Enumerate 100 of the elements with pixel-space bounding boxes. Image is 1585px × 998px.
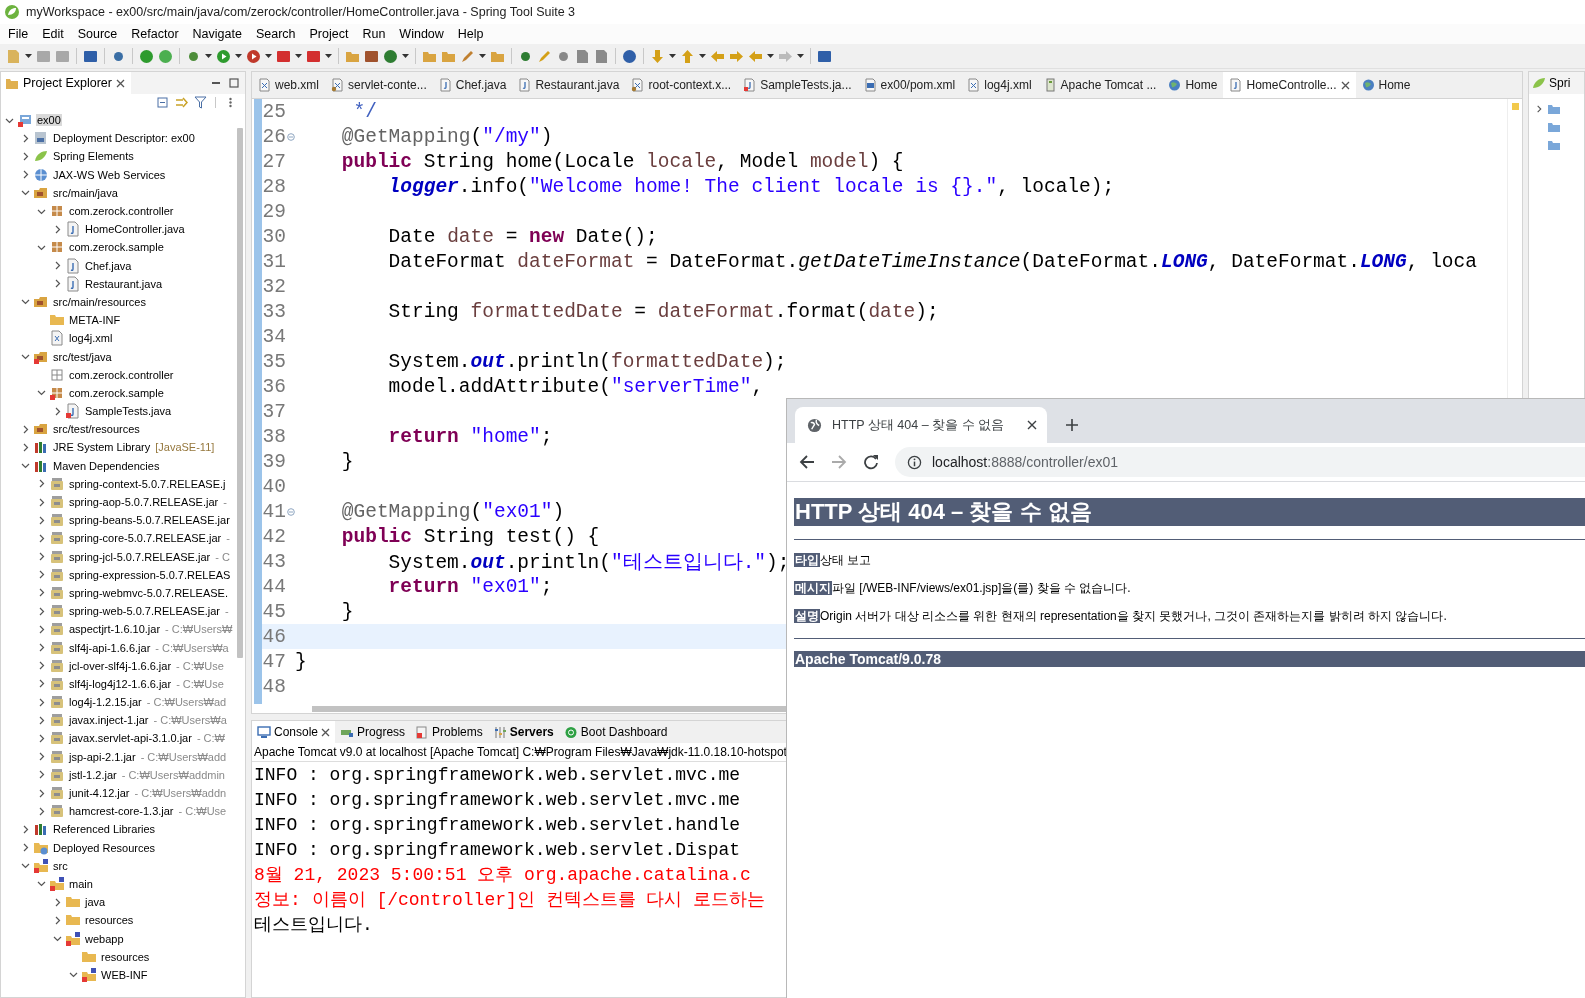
tree-item[interactable]: spring-expression-5.0.7.RELEAS [68, 568, 232, 581]
view-tab[interactable]: Problems [410, 721, 488, 743]
view-tab[interactable]: Boot Dashboard [558, 721, 673, 743]
chevron-icon[interactable] [37, 588, 46, 598]
chevron-icon[interactable] [53, 406, 62, 416]
chevron-icon[interactable] [37, 733, 46, 743]
chevron-icon[interactable] [53, 915, 62, 925]
tree-item[interactable]: jstl-1.2.jar [68, 768, 118, 781]
editor-tab[interactable]: log4j.xml [961, 72, 1038, 98]
menu-item[interactable]: File [3, 27, 38, 41]
menu-item[interactable]: Project [304, 27, 358, 41]
editor-tab[interactable]: ex00/pom.xml [857, 72, 962, 98]
tree-item[interactable]: com.zerock.controller [68, 205, 175, 218]
tree-item[interactable]: spring-context-5.0.7.RELEASE.j [68, 477, 227, 490]
chevron-icon[interactable] [21, 461, 30, 471]
editor-tab[interactable]: Restaurant.java [512, 72, 626, 98]
play-icon[interactable] [216, 48, 231, 64]
chevron-icon[interactable] [37, 479, 46, 489]
editor-tab[interactable]: web.xml [252, 72, 325, 98]
document-icon[interactable] [594, 48, 609, 64]
tree-item[interactable]: src/test/resources [52, 423, 141, 436]
chevron-icon[interactable] [37, 752, 46, 762]
tree-item[interactable]: spring-web-5.0.7.RELEASE.jar [68, 605, 221, 618]
chevron-icon[interactable] [37, 606, 46, 616]
chevron-icon[interactable] [37, 624, 46, 634]
tree-item[interactable]: aspectjrt-1.6.10.jar [68, 623, 162, 636]
tree-item[interactable]: src [52, 859, 69, 872]
close-icon[interactable] [1340, 80, 1350, 90]
tree-item[interactable]: jsp-api-2.1.jar [68, 750, 137, 763]
tree-item[interactable]: src/test/java [52, 350, 113, 363]
tree-item[interactable]: hamcrest-core-1.3.jar [68, 805, 175, 818]
scrollbar[interactable] [312, 705, 787, 712]
view-tab[interactable]: Project Explorer [1, 72, 131, 94]
chevron-icon[interactable] [37, 533, 46, 543]
caret-icon[interactable] [235, 54, 242, 58]
editor-tab[interactable]: Apache Tomcat ... [1037, 72, 1163, 98]
tree-item[interactable]: spring-webmvc-5.0.7.RELEASE. [68, 586, 229, 599]
chevron-icon[interactable] [53, 897, 62, 907]
menu-item[interactable]: Refactor [126, 27, 188, 41]
editor-tab[interactable]: SampleTests.ja... [737, 72, 858, 98]
tree-item[interactable]: Chef.java [84, 259, 133, 272]
menu-item[interactable]: Run [357, 27, 395, 41]
tree-item[interactable]: SampleTests.java [84, 405, 173, 418]
close-icon[interactable] [1027, 420, 1037, 430]
tree-item[interactable]: slf4j-api-1.6.6.jar [68, 641, 152, 654]
chevron-icon[interactable] [37, 715, 46, 725]
tree-item[interactable]: jcl-over-slf4j-1.6.6.jar [68, 659, 173, 672]
editor-tab[interactable]: HomeControlle... [1223, 72, 1356, 98]
collapse-icon[interactable] [156, 95, 169, 109]
chevron-icon[interactable] [21, 424, 30, 434]
tree-item[interactable]: Maven Dependencies [52, 459, 161, 472]
tree-item[interactable]: Spring Elements [52, 150, 135, 163]
tree-item[interactable]: com.zerock.sample [68, 386, 165, 399]
tree-item[interactable]: log4j-1.2.15.jar [68, 696, 143, 709]
chevron-icon[interactable] [53, 934, 62, 944]
tree-item[interactable]: WEB-INF [100, 968, 149, 981]
stop-icon[interactable] [276, 48, 291, 64]
chevron-icon[interactable] [37, 661, 46, 671]
chevron-icon[interactable] [21, 297, 30, 307]
tree-item[interactable]: resources [100, 950, 151, 963]
play-icon[interactable] [246, 48, 261, 64]
tree-item[interactable]: slf4j-log4j12-1.6.6.jar [68, 677, 173, 690]
chevron-icon[interactable] [37, 879, 46, 889]
document-icon[interactable] [575, 48, 590, 64]
tree-item[interactable]: JRE System Library [52, 441, 152, 454]
caret-icon[interactable] [402, 54, 409, 58]
menu-item[interactable]: Window [394, 27, 453, 41]
chevron-icon[interactable] [37, 806, 46, 816]
caret-icon[interactable] [265, 54, 272, 58]
chevron-icon[interactable] [53, 224, 62, 234]
chevron-icon[interactable] [21, 188, 30, 198]
chevron-icon[interactable] [21, 824, 30, 834]
caret-icon[interactable] [797, 54, 804, 58]
back-icon[interactable] [799, 454, 815, 470]
chevron-icon[interactable] [37, 770, 46, 780]
tree-item[interactable]: Referenced Libraries [52, 823, 157, 836]
globe-icon[interactable] [622, 48, 637, 64]
chevron-icon[interactable] [37, 643, 46, 653]
caret-icon[interactable] [325, 54, 332, 58]
editor-tab[interactable]: Chef.java [432, 72, 513, 98]
reload-icon[interactable] [863, 454, 879, 470]
address-field[interactable]: localhost:8888/controller/ex01 [895, 447, 1585, 477]
tree-item[interactable]: spring-beans-5.0.7.RELEASE.jar [68, 514, 231, 527]
tree-item[interactable]: main [68, 877, 94, 890]
tree-item[interactable]: java [84, 896, 107, 909]
scrollbar[interactable] [237, 128, 243, 658]
chevron-icon[interactable] [37, 570, 46, 580]
chevron-icon[interactable] [53, 261, 62, 271]
tree-item[interactable]: spring-jcl-5.0.7.RELEASE.jar [68, 550, 212, 563]
chevron-icon[interactable] [37, 788, 46, 798]
chevron-icon[interactable] [53, 279, 62, 289]
tree-item[interactable]: HomeController.java [84, 223, 186, 236]
chevron-icon[interactable] [37, 515, 46, 525]
chevron-icon[interactable] [1535, 105, 1543, 113]
chevron-icon[interactable] [37, 497, 46, 507]
menu-item[interactable]: Help [452, 27, 493, 41]
tree-item[interactable]: spring-core-5.0.7.RELEASE.jar [68, 532, 223, 545]
tree-item[interactable]: ex00 [36, 114, 62, 127]
view-tab[interactable]: Console [252, 721, 336, 743]
editor-tab[interactable]: servlet-conte... [325, 72, 433, 98]
